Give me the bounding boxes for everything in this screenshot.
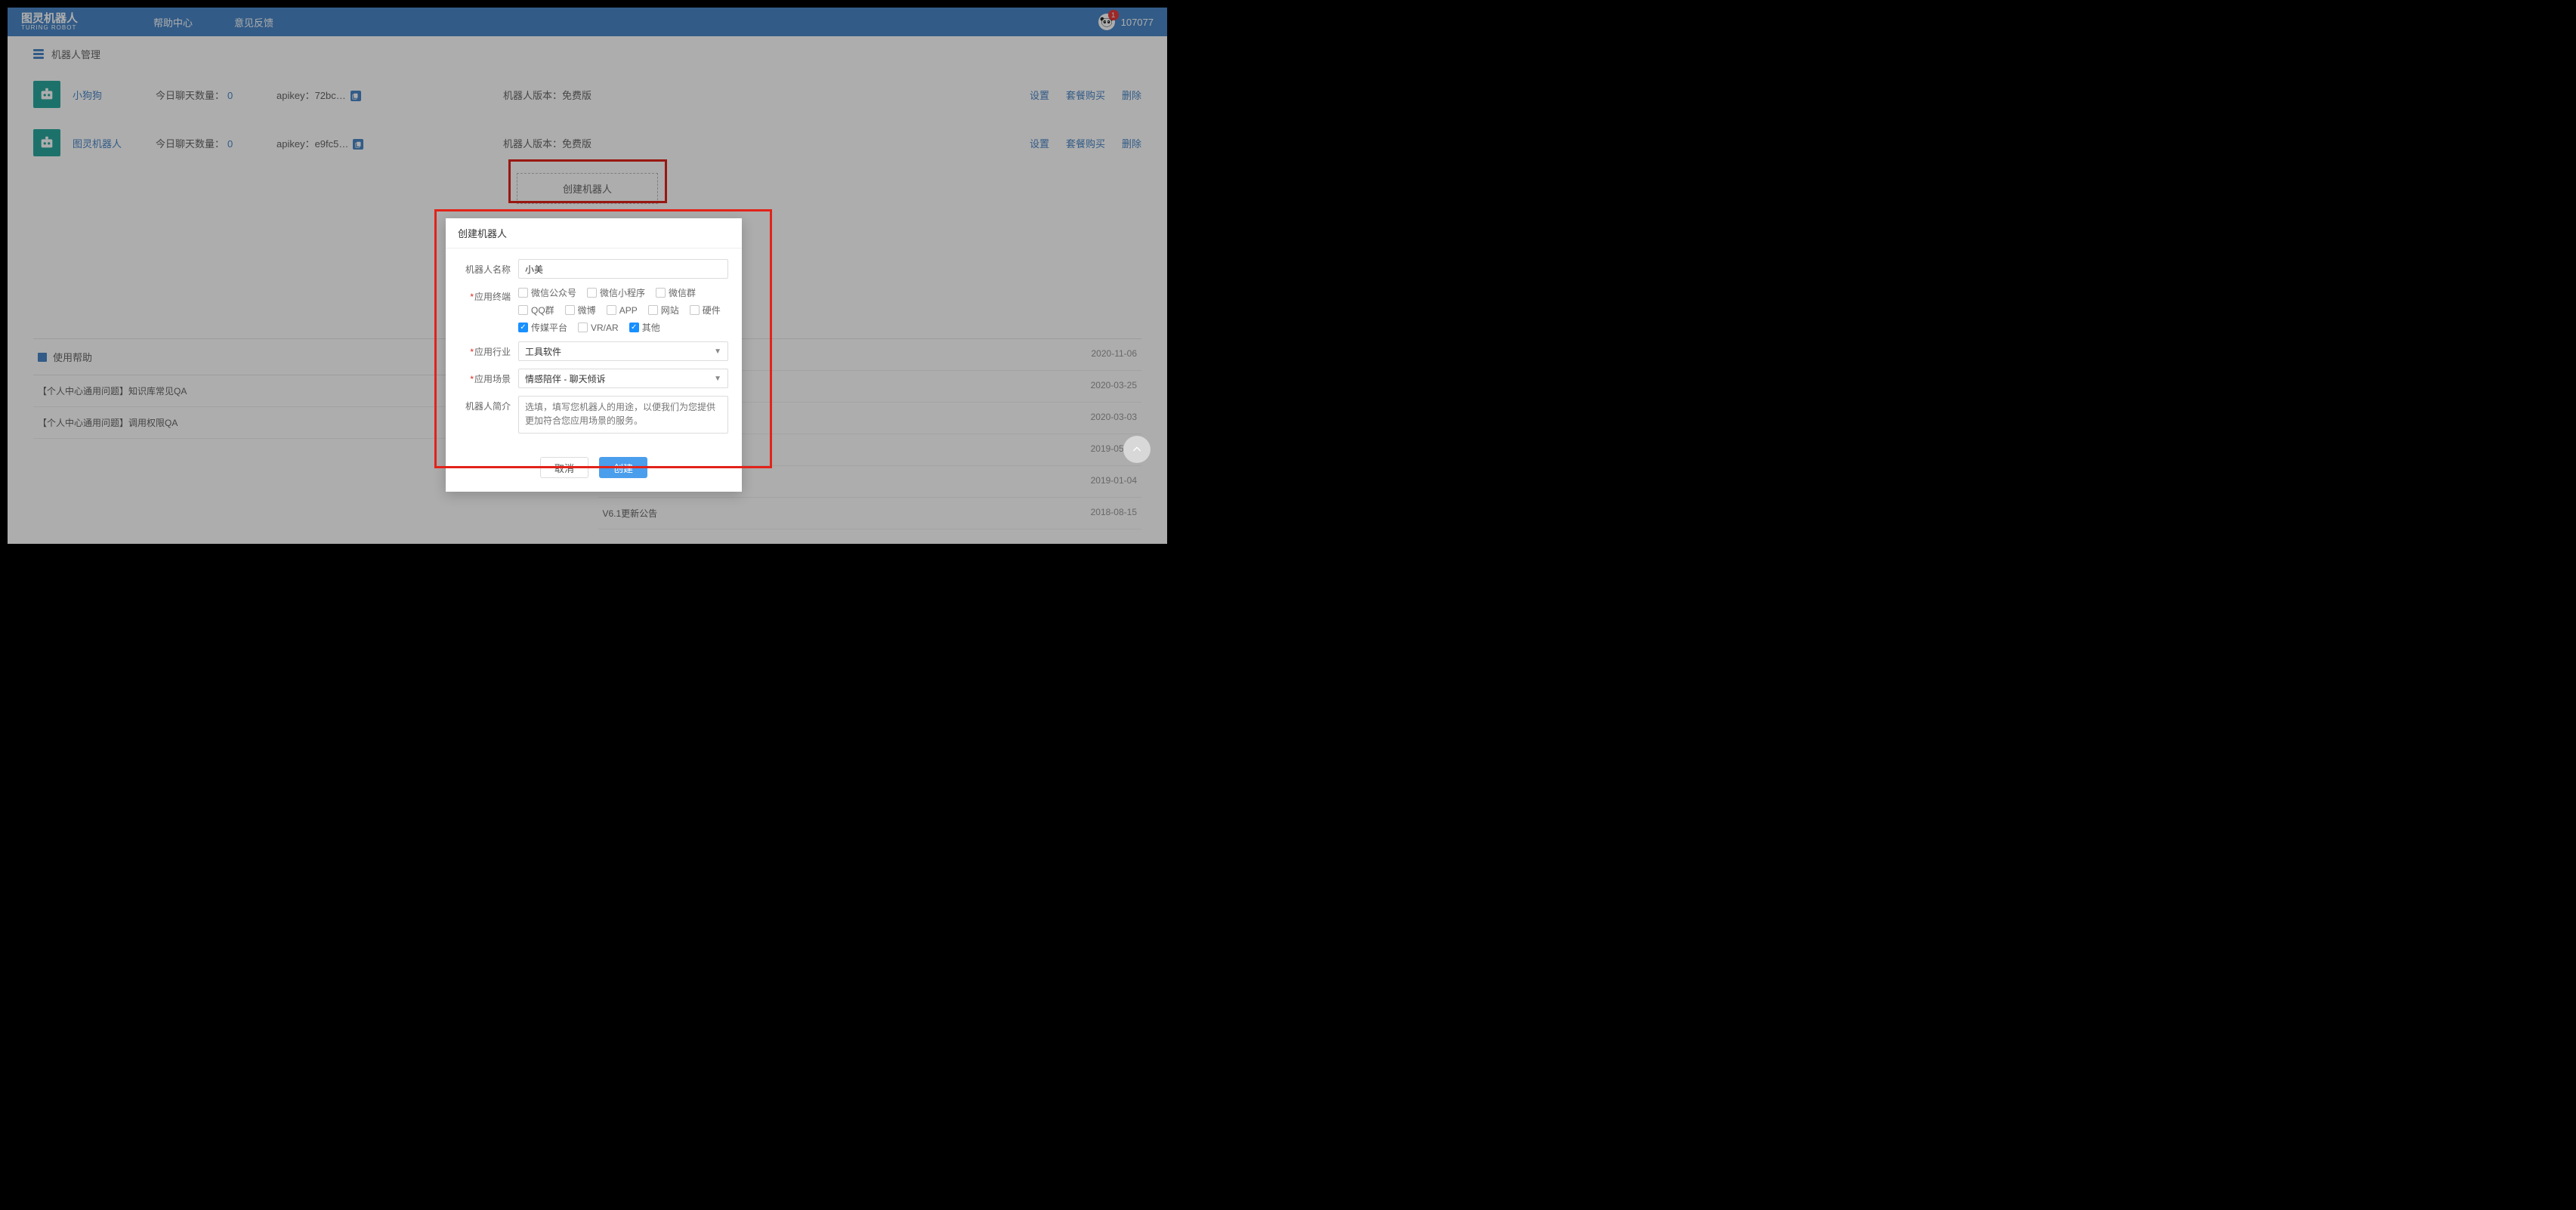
chevron-up-icon <box>1131 443 1143 455</box>
highlight-box-modal <box>434 209 772 468</box>
scroll-top-button[interactable] <box>1123 436 1151 463</box>
